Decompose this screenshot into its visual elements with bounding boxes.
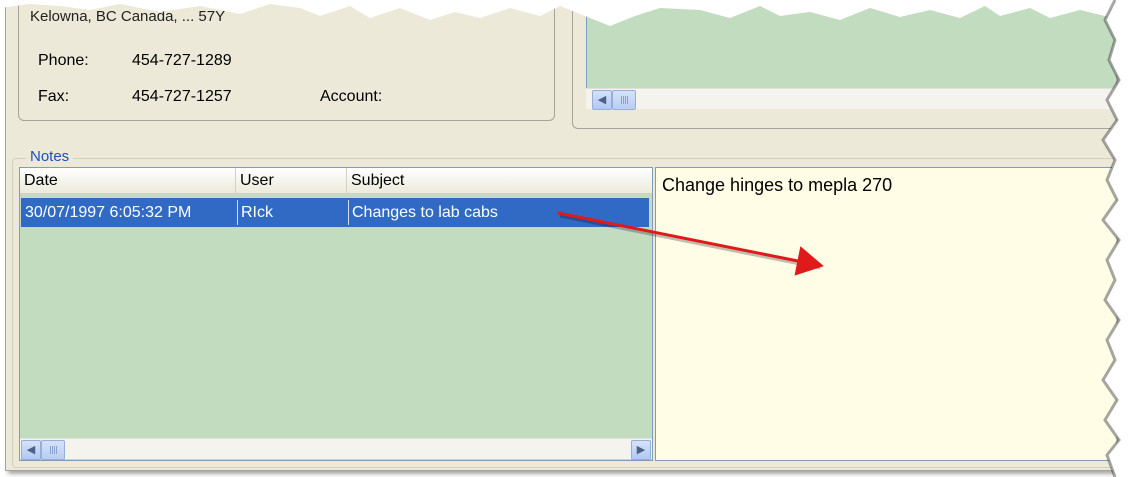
fax-label: Fax: bbox=[38, 88, 70, 105]
torn-edge-top-icon bbox=[0, 0, 1140, 26]
row-date: 30/07/1997 6:05:32 PM bbox=[25, 204, 192, 221]
scroll-thumb[interactable] bbox=[41, 440, 65, 460]
scroll-left-arrow-icon[interactable]: ◀ bbox=[21, 440, 41, 460]
scroll-right-arrow-icon[interactable]: ▶ bbox=[631, 440, 651, 460]
torn-edge-right-icon bbox=[1101, 0, 1140, 477]
notes-group-label: Notes bbox=[26, 148, 74, 165]
row-user: RIck bbox=[241, 204, 273, 221]
listview-header: Date User Subject bbox=[20, 168, 652, 194]
scroll-left-arrow-icon[interactable]: ◀ bbox=[592, 90, 612, 110]
scroll-thumb[interactable] bbox=[612, 90, 636, 110]
phone-value: 454-727-1289 bbox=[132, 52, 232, 69]
column-header-date[interactable]: Date bbox=[20, 168, 236, 193]
phone-label: Phone: bbox=[38, 52, 89, 69]
notes-hscrollbar[interactable]: ◀ ▶ bbox=[20, 438, 652, 460]
fax-value: 454-727-1257 bbox=[132, 88, 232, 105]
account-label: Account: bbox=[320, 88, 383, 105]
red-annotation-arrow-icon bbox=[557, 211, 824, 276]
column-header-user[interactable]: User bbox=[236, 168, 347, 193]
top-right-hscrollbar[interactable]: ◀ bbox=[586, 88, 1115, 110]
column-header-subject[interactable]: Subject bbox=[347, 168, 652, 193]
note-memo-text: Change hinges to mepla 270 bbox=[662, 175, 893, 195]
row-subject: Changes to lab cabs bbox=[352, 204, 498, 221]
